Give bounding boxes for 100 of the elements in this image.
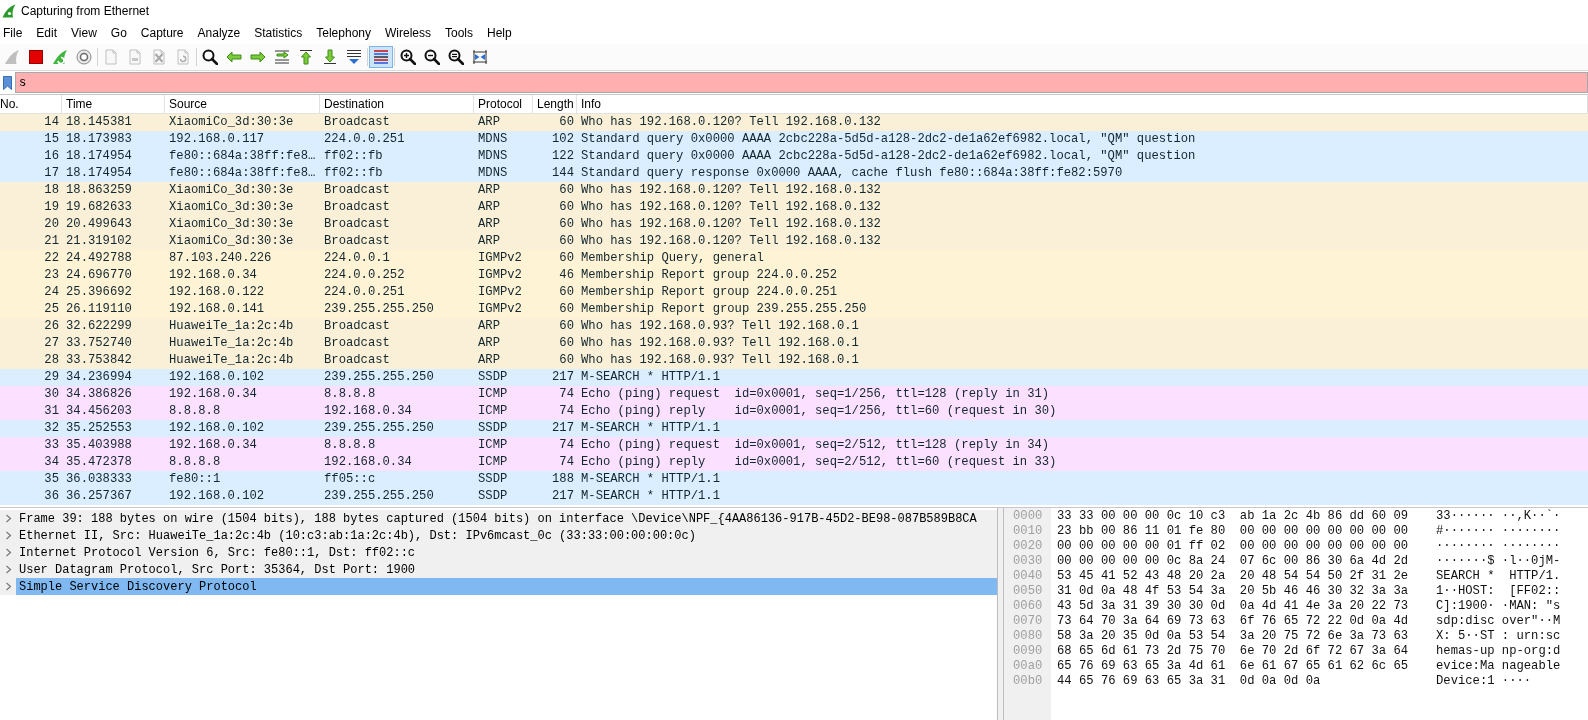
table-cell-text: 25.396692 (65, 284, 133, 301)
table-cell-text: fe80::1 (168, 471, 222, 488)
packet-row[interactable]: 26 32.622299 HuaweiTe_1a:2c:4b Broadcast ARP 60 Who has 192.168.0.93? Tell 192.168.0.1 (0, 318, 1588, 335)
menu-item[interactable]: Capture (133, 22, 191, 44)
table-cell-text: 17 (43, 165, 60, 182)
hex-bytes: 68 65 6d 61 73 2d 75 70 6e 70 2d 6f 72 67 3a 64 (1057, 644, 1409, 659)
tree-item[interactable]: Ethernet II, Src: HuaweiTe_1a:2c:4b (10:c3:ab:1a:2c:4b), Dst: IPv6mcast_0c (33:33:00:00:00:0c) (0, 527, 997, 544)
tree-item[interactable]: Simple Service Discovery Protocol (0, 578, 997, 595)
table-cell-text: Broadcast (323, 335, 391, 352)
packet-row[interactable]: 30 34.386826 192.168.0.34 8.8.8.8 ICMP 74 Echo (ping) request id=0x0001, seq=1/256, ttl=128 (reply in 31) (0, 386, 1588, 403)
ascii-bytes: #······· ········ (1436, 524, 1561, 539)
menu-item[interactable]: Telephony (309, 22, 378, 44)
table-cell-text: 192.168.0.102 (168, 420, 266, 437)
menu-item[interactable]: Wireless (378, 22, 438, 44)
column-header[interactable]: Time (62, 95, 165, 113)
table-cell-text: 74 (558, 437, 575, 454)
table-cell-text: HuaweiTe_1a:2c:4b (168, 318, 295, 335)
table-cell-text: ARP (477, 114, 501, 131)
menu-item[interactable]: Analyze (190, 22, 248, 44)
packet-row[interactable]: 36 36.257367 192.168.0.102 239.255.255.250 SSDP 217 M-SEARCH * HTTP/1.1 (0, 488, 1588, 505)
packet-row[interactable]: 28 33.753842 HuaweiTe_1a:2c:4b Broadcast ARP 60 Who has 192.168.0.93? Tell 192.168.0.1 (0, 352, 1588, 369)
table-cell-text: XiaomiCo_3d:30:3e (168, 233, 295, 250)
menu-item[interactable]: Tools (438, 22, 480, 44)
table-cell-text: 224.0.0.1 (323, 250, 391, 267)
table-cell-text: 31 (43, 403, 60, 420)
table-cell-text: 192.168.0.34 (168, 267, 258, 284)
packet-row[interactable]: 18 18.863259 XiaomiCo_3d:30:3e Broadcast ARP 60 Who has 192.168.0.120? Tell 192.168.0.132 (0, 182, 1588, 199)
hex-bytes: 65 76 69 63 65 3a 4d 61 6e 61 67 65 61 62 6c 65 (1057, 659, 1409, 674)
column-header[interactable]: Info (577, 95, 1588, 113)
table-cell-text: 188 (551, 471, 575, 488)
table-cell-text: 60 (558, 284, 575, 301)
chevron-icon[interactable] (4, 565, 13, 574)
packet-row[interactable]: 19 19.682633 XiaomiCo_3d:30:3e Broadcast ARP 60 Who has 192.168.0.120? Tell 192.168.0.132 (0, 199, 1588, 216)
packet-row[interactable]: 23 24.696770 192.168.0.34 224.0.0.252 IGMPv2 46 Membership Report group 224.0.0.252 (0, 267, 1588, 284)
zoom-out-icon (424, 49, 440, 65)
filter-field[interactable]: s (15, 72, 1588, 93)
table-cell-text: SSDP (477, 488, 509, 505)
column-header[interactable]: Destination (320, 95, 474, 113)
table-cell-text: Echo (ping) reply id=0x0001, seq=2/512, ttl=60 (request in 33) (580, 454, 1058, 471)
packet-row[interactable]: 34 35.472378 8.8.8.8 192.168.0.34 ICMP 74 Echo (ping) reply id=0x0001, seq=2/512, ttl=60 (request in 33) (0, 454, 1588, 471)
tree-item[interactable]: User Datagram Protocol, Src Port: 35364, Dst Port: 1900 (0, 561, 997, 578)
packet-row[interactable]: 16 18.174954 fe80::684a:38ff:fe8… ff02::fb MDNS 122 Standard query 0x0000 AAAA 2cbc228a-5d5d-a128-2dc2-de1a62ef6982.local, "QM" question (0, 148, 1588, 165)
packet-row[interactable]: 22 24.492788 87.103.240.226 224.0.0.1 IGMPv2 60 Membership Query, general (0, 250, 1588, 267)
table-cell-text: Broadcast (323, 114, 391, 131)
packet-row[interactable]: 31 34.456203 8.8.8.8 192.168.0.34 ICMP 74 Echo (ping) reply id=0x0001, seq=1/256, ttl=60 (request in 30) (0, 403, 1588, 420)
column-header[interactable]: No. (0, 95, 62, 113)
column-header[interactable]: Protocol (474, 95, 533, 113)
byte-offset: 0070 (1013, 614, 1044, 629)
menu-item[interactable]: Go (103, 22, 134, 44)
packet-row[interactable]: 20 20.499643 XiaomiCo_3d:30:3e Broadcast ARP 60 Who has 192.168.0.120? Tell 192.168.0.132 (0, 216, 1588, 233)
packet-row[interactable]: 27 33.752740 HuaweiTe_1a:2c:4b Broadcast ARP 60 Who has 192.168.0.93? Tell 192.168.0.1 (0, 335, 1588, 352)
table-cell-text: ff05::c (323, 471, 377, 488)
tree-item[interactable]: Frame 39: 188 bytes on wire (1504 bits), 188 bytes captured (1504 bits) on interface \Device\NPF_{4AA86136-917B-45D2-BE98-087B589B8CA (0, 510, 997, 527)
tree-item[interactable]: Internet Protocol Version 6, Src: fe80::1, Dst: ff02::c (0, 544, 997, 561)
chevron-icon[interactable] (4, 582, 13, 591)
table-cell-text: XiaomiCo_3d:30:3e (168, 182, 295, 199)
table-cell-text: 122 (551, 148, 575, 165)
shark-fin-icon (4, 49, 20, 65)
menu-item[interactable]: Statistics (247, 22, 310, 44)
table-cell-text: Who has 192.168.0.93? Tell 192.168.0.1 (580, 352, 860, 369)
table-cell-text: M-SEARCH * HTTP/1.1 (580, 420, 721, 437)
packet-row[interactable]: 35 36.038333 fe80::1 ff05::c SSDP 188 M-SEARCH * HTTP/1.1 (0, 471, 1588, 488)
packet-row[interactable]: 14 18.145381 XiaomiCo_3d:30:3e Broadcast ARP 60 Who has 192.168.0.120? Tell 192.168.0.132 (0, 114, 1588, 131)
packet-row[interactable]: 21 21.319102 XiaomiCo_3d:30:3e Broadcast ARP 60 Who has 192.168.0.120? Tell 192.168.0.132 (0, 233, 1588, 250)
column-header[interactable]: Length (533, 95, 577, 113)
gear-icon (76, 49, 92, 65)
table-cell-text: 36.257367 (65, 488, 133, 505)
menu-item[interactable]: Edit (29, 22, 65, 44)
packet-row[interactable]: 15 18.173983 192.168.0.117 224.0.0.251 MDNS 102 Standard query 0x0000 AAAA 2cbc228a-5d5d-a128-2dc2-de1a62ef6982.local, "QM" question (0, 131, 1588, 148)
reload-file-icon (175, 49, 191, 65)
packet-row[interactable]: 25 26.119110 192.168.0.141 239.255.255.250 IGMPv2 60 Membership Report group 239.255.255.250 (0, 301, 1588, 318)
table-cell-text: 35 (43, 471, 60, 488)
table-cell-text: 87.103.240.226 (168, 250, 273, 267)
packet-row[interactable]: 29 34.236994 192.168.0.102 239.255.255.250 SSDP 217 M-SEARCH * HTTP/1.1 (0, 369, 1588, 386)
table-cell-text: 8.8.8.8 (323, 386, 377, 403)
packet-row[interactable]: 32 35.252553 192.168.0.102 239.255.255.250 SSDP 217 M-SEARCH * HTTP/1.1 (0, 420, 1588, 437)
chevron-icon[interactable] (4, 548, 13, 557)
close-file-icon (151, 49, 167, 65)
packet-row[interactable]: 33 35.403988 192.168.0.34 8.8.8.8 ICMP 74 Echo (ping) request id=0x0001, seq=2/512, ttl=128 (reply in 34) (0, 437, 1588, 454)
chevron-icon[interactable] (4, 531, 13, 540)
table-cell-text: 18.145381 (65, 114, 133, 131)
table-cell-text: 192.168.0.34 (323, 403, 413, 420)
table-cell-text: SSDP (477, 369, 509, 386)
hex-bytes: 44 65 76 69 63 65 3a 31 0d 0a 0d 0a (1057, 674, 1322, 689)
table-cell-text: 24.696770 (65, 267, 133, 284)
table-cell-text: 217 (551, 420, 575, 437)
menu-item[interactable]: View (64, 22, 104, 44)
chevron-icon[interactable] (4, 514, 13, 523)
left-arrow-icon (226, 49, 242, 65)
menu-item[interactable]: File (0, 22, 30, 44)
table-cell-text: ARP (477, 233, 501, 250)
table-cell-text: ICMP (477, 403, 509, 420)
table-cell-text: 22 (43, 250, 60, 267)
table-cell-text: 26 (43, 318, 60, 335)
right-arrow-icon (250, 49, 266, 65)
packet-row[interactable]: 17 18.174954 fe80::684a:38ff:fe8… ff02::fb MDNS 144 Standard query response 0x0000 AAAA, cache flush fe80::684a:38ff:fe82:5970 (0, 165, 1588, 182)
table-cell-text: ARP (477, 335, 501, 352)
menu-item[interactable]: Help (480, 22, 519, 44)
column-header[interactable]: Source (165, 95, 320, 113)
packet-row[interactable]: 24 25.396692 192.168.0.122 224.0.0.251 IGMPv2 60 Membership Report group 224.0.0.251 (0, 284, 1588, 301)
